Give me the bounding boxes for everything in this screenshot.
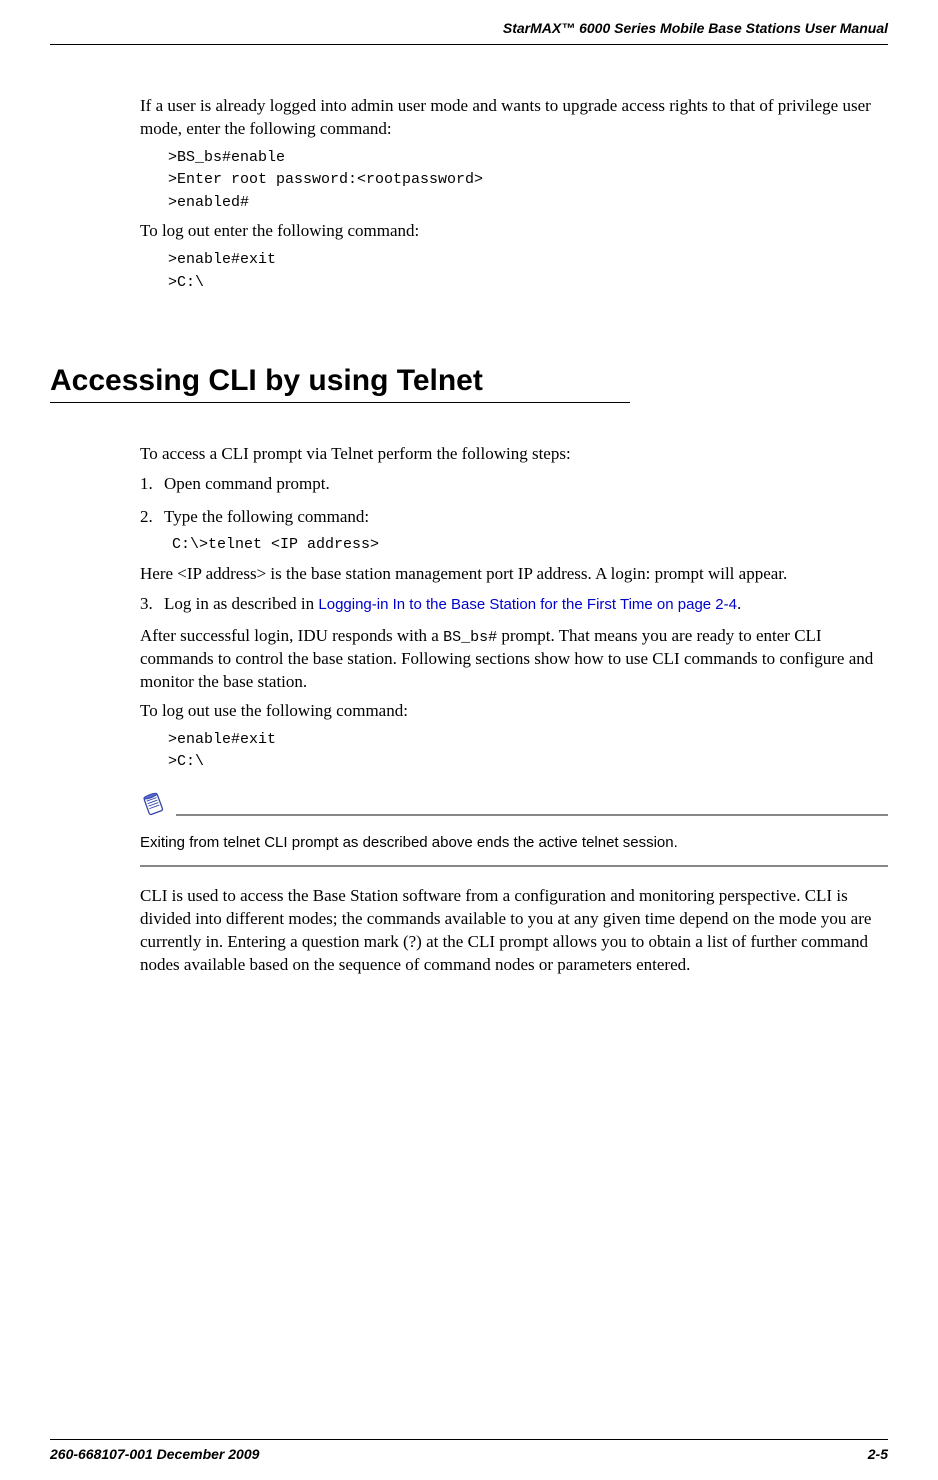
steps-list-cont: 3.Log in as described in Logging-in In t…	[140, 592, 888, 617]
code-block-exit-2: >enable#exit >C:\	[168, 729, 888, 774]
intro-para-2: To log out enter the following command:	[140, 220, 888, 243]
footer-page-number: 2-5	[868, 1446, 888, 1462]
section-para-3: After successful login, IDU responds wit…	[140, 625, 888, 694]
code-line: >enabled#	[168, 192, 888, 215]
footer-rule	[50, 1439, 888, 1440]
code-line: >enable#exit	[168, 249, 888, 272]
code-line: >C:\	[168, 751, 888, 774]
step-text: Open command prompt.	[164, 474, 330, 493]
note-icon-row	[140, 792, 888, 820]
footer-row: 260-668107-001 December 2009 2-5	[50, 1446, 888, 1462]
intro-para-1: If a user is already logged into admin u…	[140, 95, 888, 141]
note-icon	[140, 792, 168, 820]
footer-docid: 260-668107-001 December 2009	[50, 1446, 259, 1462]
inline-code: BS_bs#	[443, 629, 497, 646]
para-text-a: After successful login, IDU responds wit…	[140, 626, 443, 645]
step-number: 1.	[140, 472, 164, 497]
step-1: 1.Open command prompt.	[140, 472, 888, 497]
section-para-2: Here <IP address> is the base station ma…	[140, 563, 888, 586]
step-text-a: Log in as described in	[164, 594, 318, 613]
note-rule-top	[176, 814, 888, 816]
step-3: 3.Log in as described in Logging-in In t…	[140, 592, 888, 617]
step-text-b: .	[737, 594, 741, 613]
step-2: 2.Type the following command: C:\>telnet…	[140, 505, 888, 555]
step-code: C:\>telnet <IP address>	[172, 534, 888, 556]
code-block-exit: >enable#exit >C:\	[168, 249, 888, 294]
step-number: 3.	[140, 592, 164, 617]
header-title: StarMAX™ 6000 Series Mobile Base Station…	[503, 20, 888, 36]
code-line: >enable#exit	[168, 729, 888, 752]
section-para-1: To access a CLI prompt via Telnet perfor…	[140, 443, 888, 466]
code-line: >C:\	[168, 272, 888, 295]
cross-reference-link[interactable]: Logging-in In to the Base Station for th…	[318, 596, 737, 613]
page-content: If a user is already logged into admin u…	[0, 45, 938, 977]
code-line: >Enter root password:<rootpassword>	[168, 169, 888, 192]
step-number: 2.	[140, 505, 164, 530]
section-heading: Accessing CLI by using Telnet	[50, 364, 888, 398]
code-line: >BS_bs#enable	[168, 147, 888, 170]
section-rule	[50, 402, 630, 403]
section-para-4: To log out use the following command:	[140, 700, 888, 723]
note-block: Exiting from telnet CLI prompt as descri…	[140, 792, 888, 867]
code-block-enable: >BS_bs#enable >Enter root password:<root…	[168, 147, 888, 215]
page-header: StarMAX™ 6000 Series Mobile Base Station…	[0, 0, 938, 44]
note-text: Exiting from telnet CLI prompt as descri…	[140, 832, 888, 853]
note-rule-bottom	[140, 865, 888, 867]
step-text: Type the following command:	[164, 507, 369, 526]
page-footer: 260-668107-001 December 2009 2-5	[50, 1439, 888, 1462]
section-para-5: CLI is used to access the Base Station s…	[140, 885, 888, 977]
steps-list: 1.Open command prompt. 2.Type the follow…	[140, 472, 888, 555]
